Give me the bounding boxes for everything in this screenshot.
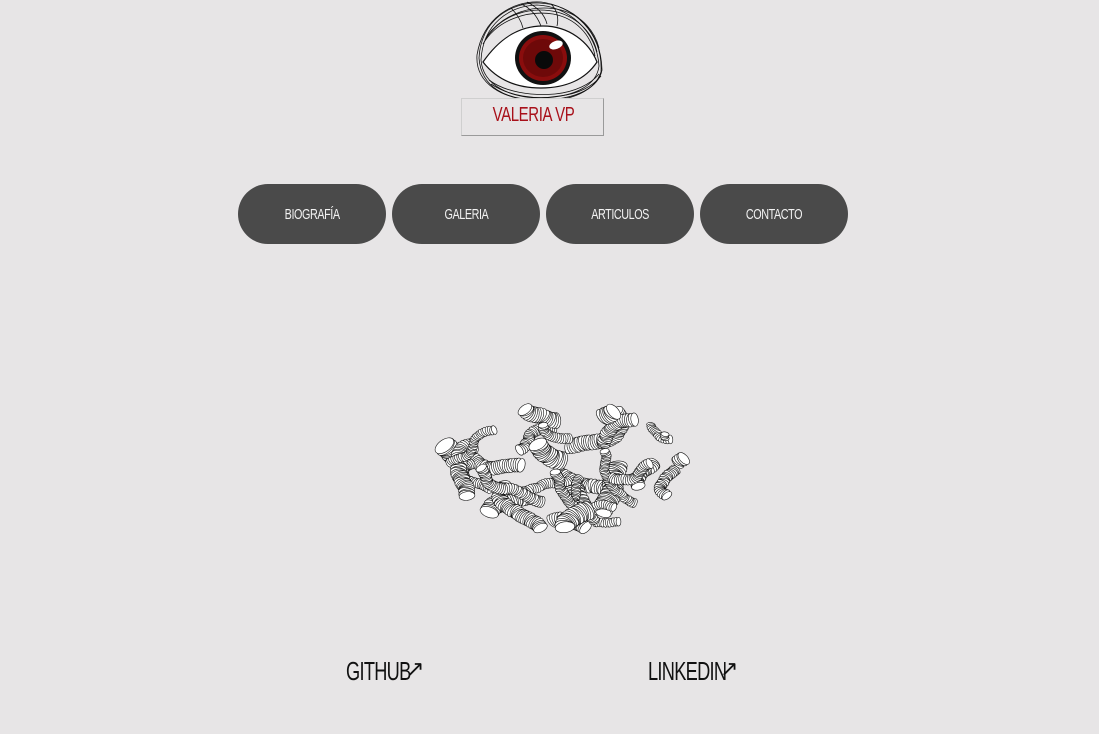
nav-articulos-label: Articulos bbox=[591, 205, 649, 223]
nav-galeria-button[interactable]: Galeria bbox=[392, 184, 540, 244]
coil-sculpture-image bbox=[434, 403, 690, 535]
main-nav: Biografía Galeria Articulos Contacto bbox=[238, 184, 848, 244]
nav-contacto-button[interactable]: Contacto bbox=[700, 184, 848, 244]
logo-text: Valeria VP bbox=[492, 104, 575, 126]
external-arrow-icon: ↗ bbox=[720, 656, 738, 681]
linkedin-link[interactable]: Linkedin ↗ bbox=[648, 656, 760, 687]
nav-biografia-button[interactable]: Biografía bbox=[238, 184, 386, 244]
github-link-label: GitHub bbox=[346, 656, 411, 686]
external-arrow-icon: ↗ bbox=[406, 656, 424, 681]
github-link[interactable]: GitHub ↗ bbox=[346, 656, 438, 687]
nav-articulos-button[interactable]: Articulos bbox=[546, 184, 694, 244]
site-logo[interactable]: Valeria VP bbox=[461, 0, 606, 138]
generative-artwork bbox=[430, 395, 695, 540]
nav-biografia-label: Biografía bbox=[284, 205, 340, 223]
nav-galeria-label: Galeria bbox=[444, 205, 488, 223]
nav-contacto-label: Contacto bbox=[745, 205, 803, 223]
linkedin-link-label: Linkedin bbox=[648, 656, 727, 686]
eye-logo-icon bbox=[476, 1, 603, 100]
